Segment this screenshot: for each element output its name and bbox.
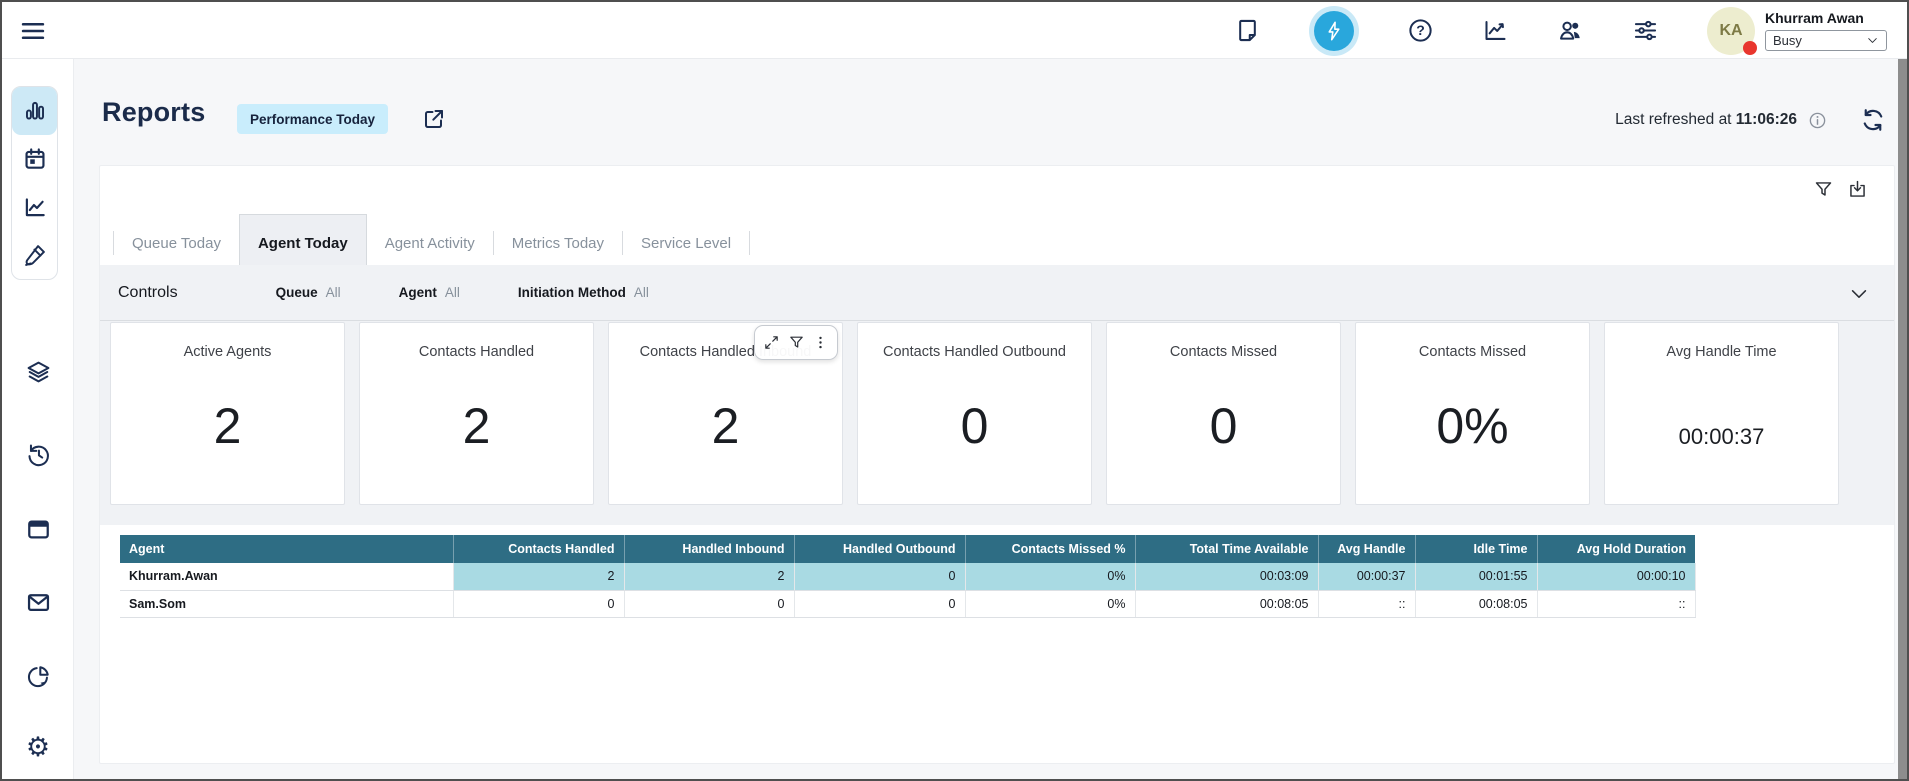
sidebar-item-bar-chart[interactable]	[12, 87, 57, 135]
user-name: Khurram Awan	[1765, 10, 1887, 26]
scrollbar-thumb[interactable]	[1898, 2, 1907, 779]
kpi-contacts-missed-pct: Contacts Missed 0%	[1355, 322, 1590, 505]
filter-icon[interactable]	[788, 334, 805, 351]
table-row: Khurram.Awan 2 2 0 0% 00:03:09 00:00:37 …	[120, 563, 1695, 590]
col-total-time-available[interactable]: Total Time Available	[1135, 535, 1318, 563]
sliders-icon[interactable]	[1632, 17, 1659, 44]
status-dot	[1743, 41, 1757, 55]
bar-chart-icon	[22, 98, 48, 124]
kpi-avg-handle-time: Avg Handle Time 00:00:37	[1604, 322, 1839, 505]
sidebar-item-pie-chart[interactable]	[2, 656, 74, 696]
svg-text:?: ?	[1416, 22, 1425, 38]
last-refreshed-time: 11:06:26	[1736, 111, 1797, 128]
filter-agent[interactable]: Agent All	[399, 285, 460, 300]
kpi-contacts-handled-outbound: Contacts Handled Outbound 0	[857, 322, 1092, 505]
panel-tools	[1813, 179, 1868, 200]
gear-icon: ⚙	[26, 734, 50, 761]
tab-queue-today[interactable]: Queue Today	[114, 221, 239, 265]
tab-service-level[interactable]: Service Level	[623, 221, 749, 265]
external-link-icon[interactable]	[422, 107, 446, 131]
kpi-contacts-missed: Contacts Missed 0	[1106, 322, 1341, 505]
sidebar-item-calendar[interactable]	[12, 135, 57, 183]
info-icon[interactable]	[1808, 111, 1827, 130]
lightning-icon	[1314, 11, 1354, 51]
report-tabs: Queue Today Agent Today Agent Activity M…	[100, 221, 1894, 265]
tab-agent-activity[interactable]: Agent Activity	[367, 221, 493, 265]
tab-metrics-today[interactable]: Metrics Today	[494, 221, 622, 265]
kebab-menu-icon[interactable]	[812, 334, 829, 351]
kpi-contacts-handled: Contacts Handled 2	[359, 322, 594, 505]
sidebar-item-mail[interactable]	[2, 582, 74, 622]
people-icon[interactable]	[1557, 17, 1584, 44]
hamburger-menu-icon[interactable]	[19, 17, 47, 45]
page-header: Reports Performance Today Last refreshed…	[74, 59, 1907, 165]
download-icon[interactable]	[1847, 179, 1868, 200]
top-bar: ? KA Khurram Awan Busy	[2, 2, 1907, 59]
layers-icon	[25, 359, 52, 386]
metrics-icon[interactable]	[1482, 17, 1509, 44]
col-agent[interactable]: Agent	[120, 535, 453, 563]
kpi-cards: Active Agents 2 Contacts Handled 2 Conta…	[110, 322, 1839, 505]
filter-queue[interactable]: Queue All	[276, 285, 341, 300]
calendar-icon	[22, 146, 48, 172]
refresh-icon[interactable]	[1860, 107, 1886, 133]
app-window: ? KA Khurram Awan Busy	[0, 0, 1909, 781]
tab-agent-today[interactable]: Agent Today	[239, 214, 367, 265]
expand-icon[interactable]	[763, 334, 780, 351]
filter-icon[interactable]	[1813, 179, 1834, 200]
sidebar-report-group	[11, 86, 58, 280]
status-select-value: Busy	[1773, 33, 1802, 48]
table-row: Sam.Som 0 0 0 0% 00:08:05 :: 00:08:05 ::	[120, 590, 1695, 617]
quick-actions-button[interactable]	[1309, 6, 1359, 56]
col-idle-time[interactable]: Idle Time	[1415, 535, 1537, 563]
controls-title: Controls	[118, 284, 178, 302]
kpi-hover-toolbar	[754, 325, 838, 360]
report-panel: Queue Today Agent Today Agent Activity M…	[99, 165, 1895, 764]
chevron-down-icon	[1866, 34, 1879, 47]
avatar[interactable]: KA	[1707, 7, 1755, 55]
kpi-active-agents: Active Agents 2	[110, 322, 345, 505]
col-handled-inbound[interactable]: Handled Inbound	[624, 535, 794, 563]
sidebar-item-history[interactable]	[2, 434, 74, 474]
page-title: Reports	[102, 97, 205, 128]
sidebar-item-window[interactable]	[2, 509, 74, 549]
col-handled-outbound[interactable]: Handled Outbound	[794, 535, 965, 563]
table-header-row: Agent Contacts Handled Handled Inbound H…	[120, 535, 1695, 563]
line-chart-icon	[22, 194, 48, 220]
col-avg-handle[interactable]: Avg Handle	[1318, 535, 1415, 563]
refresh-cluster: Last refreshed at 11:06:26	[1615, 107, 1886, 133]
help-icon[interactable]: ?	[1407, 17, 1434, 44]
agent-name-cell: Khurram.Awan	[120, 563, 453, 590]
controls-collapse-chevron-icon[interactable]	[1848, 283, 1870, 305]
controls-row: Controls Queue All Agent All Initiation …	[100, 265, 1894, 321]
topbar-actions: ? KA Khurram Awan Busy	[1234, 2, 1887, 59]
status-select[interactable]: Busy	[1765, 30, 1887, 51]
col-contacts-missed-pct[interactable]: Contacts Missed %	[965, 535, 1135, 563]
note-icon[interactable]	[1234, 17, 1261, 44]
report-badge: Performance Today	[237, 104, 388, 134]
col-contacts-handled[interactable]: Contacts Handled	[453, 535, 624, 563]
window-icon	[25, 516, 52, 543]
history-icon	[25, 441, 52, 468]
sidebar: ⚙	[2, 59, 74, 781]
sidebar-item-line-chart[interactable]	[12, 183, 57, 231]
user-block: KA Khurram Awan Busy	[1707, 7, 1887, 55]
sidebar-item-layers[interactable]	[2, 352, 74, 392]
agent-name-cell: Sam.Som	[120, 590, 453, 617]
filter-initiation-method[interactable]: Initiation Method All	[518, 285, 649, 300]
avatar-initials: KA	[1719, 22, 1742, 40]
sidebar-item-settings[interactable]: ⚙	[2, 727, 74, 767]
agent-table: Agent Contacts Handled Handled Inbound H…	[120, 535, 1696, 618]
col-avg-hold-duration[interactable]: Avg Hold Duration	[1537, 535, 1695, 563]
kpi-contacts-handled-inbound: Contacts Handled Inbound 2	[608, 322, 843, 505]
design-brush-icon	[22, 242, 48, 268]
sidebar-item-design[interactable]	[12, 231, 57, 279]
last-refreshed-text: Last refreshed at 11:06:26	[1615, 111, 1797, 129]
mail-icon	[25, 589, 52, 616]
vertical-scrollbar[interactable]	[1898, 2, 1907, 779]
tab-divider	[749, 231, 750, 255]
pie-chart-icon	[25, 663, 52, 690]
